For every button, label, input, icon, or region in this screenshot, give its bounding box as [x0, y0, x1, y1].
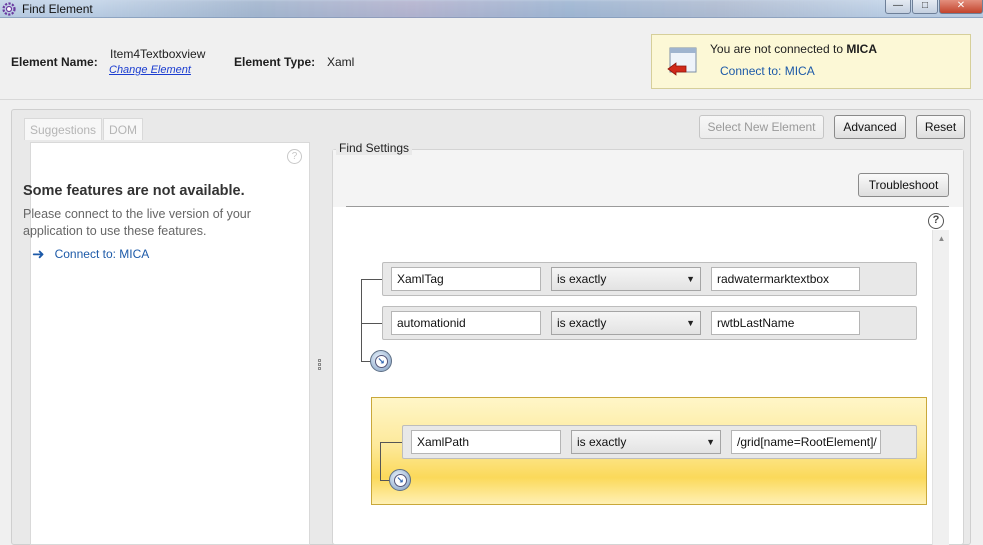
find-settings-legend: Find Settings	[336, 141, 413, 155]
element-name-value: Item4Textboxview	[110, 47, 206, 61]
disconnected-window-icon	[667, 47, 697, 76]
background-blur	[100, 0, 880, 18]
window-title: Find Element	[22, 2, 93, 16]
maximize-button[interactable]: □	[912, 0, 938, 14]
mica-notice: You are not connected to MICA Connect to…	[651, 34, 971, 89]
mica-message-bold: MICA	[846, 42, 878, 56]
attribute-field[interactable]: XamlPath	[411, 430, 561, 454]
tree-connector	[361, 323, 382, 324]
add-arrow-icon: ↘	[393, 473, 407, 487]
add-criteria-button[interactable]: ↘	[370, 350, 392, 372]
value-field[interactable]: /grid[name=RootElement]/	[731, 430, 881, 454]
operator-select-value: is exactly	[557, 272, 607, 286]
element-type-label: Element Type:	[234, 55, 316, 69]
scroll-up-icon[interactable]: ▲	[933, 232, 950, 246]
dropdown-arrow-icon: ▼	[686, 274, 695, 284]
connect-mica-link[interactable]: Connect to: MICA	[720, 64, 815, 78]
dropdown-arrow-icon: ▼	[706, 437, 715, 447]
separator	[346, 206, 949, 207]
tree-connector	[380, 442, 381, 480]
attribute-field[interactable]: automationid	[391, 311, 541, 335]
mica-message-text: You are not connected to	[710, 42, 847, 56]
element-name-label: Element Name:	[11, 55, 98, 69]
operator-select[interactable]: is exactly ▼	[551, 311, 701, 335]
operator-select[interactable]: is exactly ▼	[571, 430, 721, 454]
element-type-value: Xaml	[327, 55, 355, 69]
not-available-title: Some features are not available.	[23, 183, 245, 199]
left-tabs: Suggestions DOM	[24, 118, 144, 142]
left-connect-mica-label: Connect to: MICA	[54, 247, 150, 261]
panel-splitter-handle[interactable]	[318, 359, 324, 373]
not-available-description: Please connect to the live version of yo…	[23, 207, 251, 238]
left-connect-mica-link[interactable]: ➜ Connect to: MICA	[32, 245, 149, 263]
advanced-button[interactable]: Advanced	[834, 115, 906, 139]
app-gear-icon	[2, 2, 16, 16]
dropdown-arrow-icon: ▼	[686, 318, 695, 328]
suggestions-panel: ?	[30, 142, 310, 545]
troubleshoot-button[interactable]: Troubleshoot	[858, 173, 949, 197]
tab-suggestions[interactable]: Suggestions	[24, 118, 103, 140]
change-element-link[interactable]: Change Element	[109, 64, 191, 76]
tree-connector	[361, 279, 382, 280]
window-controls: — □ ✕	[884, 0, 983, 14]
tree-connector	[380, 442, 402, 443]
title-bar: Find Element — □ ✕	[0, 0, 983, 18]
attribute-field[interactable]: XamlTag	[391, 267, 541, 291]
select-new-element-button[interactable]: Select New Element	[699, 115, 824, 139]
tab-dom[interactable]: DOM	[103, 118, 144, 140]
close-button[interactable]: ✕	[939, 0, 983, 14]
operator-select[interactable]: is exactly ▼	[551, 267, 701, 291]
help-icon[interactable]: ?	[928, 213, 944, 229]
element-header: Element Name: Item4Textboxview Change El…	[0, 18, 983, 100]
add-criteria-button[interactable]: ↘	[389, 469, 411, 491]
vertical-scrollbar[interactable]: ▲	[932, 230, 949, 545]
tree-connector	[361, 279, 362, 361]
operator-select-value: is exactly	[557, 316, 607, 330]
reset-button[interactable]: Reset	[916, 115, 965, 139]
operator-select-value: is exactly	[577, 435, 627, 449]
arrow-right-icon: ➜	[32, 246, 45, 263]
value-field[interactable]: radwatermarktextbox	[711, 267, 860, 291]
mica-message: You are not connected to MICA	[710, 42, 877, 56]
value-field[interactable]: rwtbLastName	[711, 311, 860, 335]
add-arrow-icon: ↘	[374, 354, 388, 368]
help-icon[interactable]: ?	[287, 149, 302, 164]
minimize-button[interactable]: —	[885, 0, 911, 14]
